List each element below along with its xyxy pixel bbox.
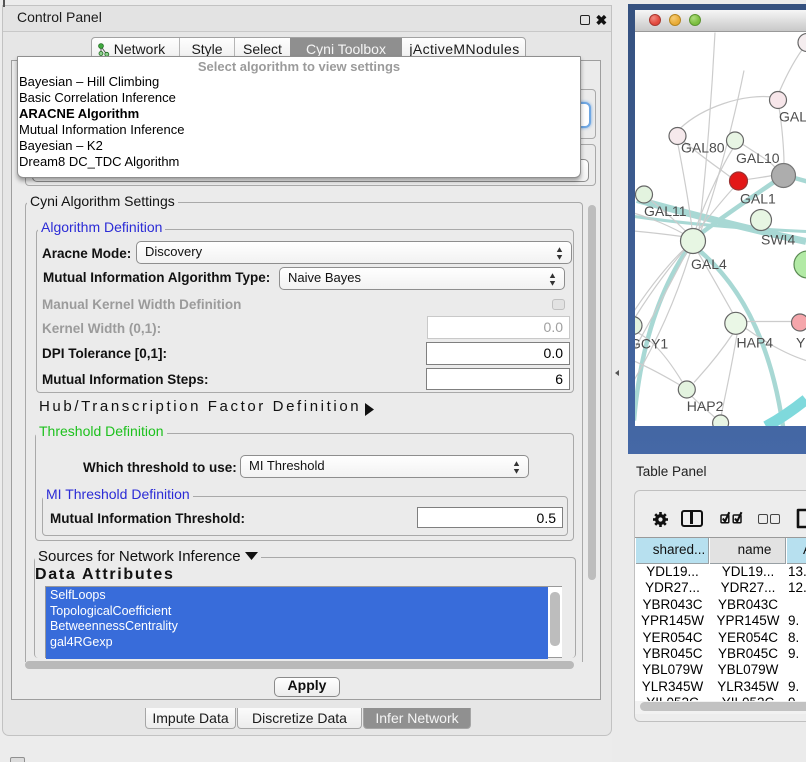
svg-text:HAP4: HAP4 — [737, 334, 774, 350]
svg-text:GAL4: GAL4 — [691, 256, 727, 272]
svg-text:GAL1: GAL1 — [740, 190, 776, 206]
svg-text:HAP2: HAP2 — [687, 398, 724, 414]
svg-text:GCY1: GCY1 — [635, 335, 668, 351]
svg-text:GAL11: GAL11 — [644, 203, 687, 219]
svg-text:GAL7: GAL7 — [779, 108, 806, 124]
svg-text:SWI4: SWI4 — [761, 231, 795, 247]
svg-text:Y: Y — [796, 334, 806, 350]
svg-text:GAL80: GAL80 — [681, 139, 725, 155]
svg-text:GAL10: GAL10 — [736, 150, 780, 166]
